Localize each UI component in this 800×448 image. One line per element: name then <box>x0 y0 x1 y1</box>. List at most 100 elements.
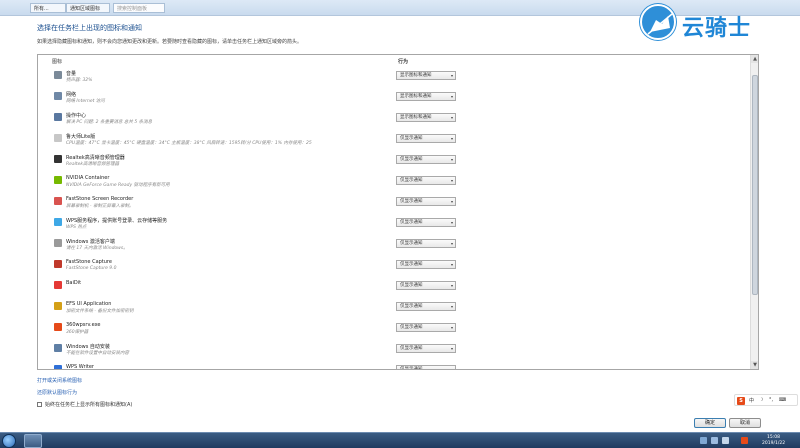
item-description: FastStone Capture 9.0 <box>66 266 117 271</box>
scroll-down-arrow-icon[interactable]: ▼ <box>751 361 758 369</box>
start-button-icon[interactable] <box>2 434 16 448</box>
list-item: NVIDIA Container NVIDIA GeForce Game Read… <box>38 172 750 193</box>
scrollbar[interactable]: ▲ ▼ <box>750 55 758 369</box>
item-description: 解决 PC 问题: 2 条重要消息 总共 5 条消息 <box>66 120 153 125</box>
always-show-checkbox[interactable] <box>37 402 42 407</box>
moon-icon[interactable]: ☽ <box>759 397 763 403</box>
sogou-icon[interactable]: S <box>737 397 745 405</box>
item-description: 网络 Internet 访问 <box>66 99 105 104</box>
chevron-down-icon: ▾ <box>450 73 453 78</box>
chevron-down-icon: ▾ <box>450 241 453 246</box>
item-description: 不能在软件设置中自动安装内容 <box>66 351 129 356</box>
behavior-dropdown[interactable]: 仅显示通知 ▾ <box>396 176 456 185</box>
behavior-dropdown[interactable]: 仅显示通知 ▾ <box>396 218 456 227</box>
taskbar-window-button[interactable] <box>24 434 42 448</box>
item-description: 扬声器: 32% <box>66 78 93 83</box>
behavior-dropdown[interactable]: 仅显示通知 ▾ <box>396 302 456 311</box>
item-name: Windows 激活客户端 <box>66 239 115 245</box>
item-description: Realtek高清晰音频管理器 <box>66 162 120 167</box>
behavior-value: 显示图标和通知 <box>400 73 432 78</box>
list-item: FastStone Capture FastStone Capture 9.0 仅显… <box>38 256 750 277</box>
behavior-dropdown[interactable]: 仅显示通知 ▾ <box>396 134 456 143</box>
item-description: NVIDIA GeForce Game Ready 驱动程序有新可用 <box>66 183 170 188</box>
item-name: WPS Writer <box>66 364 94 370</box>
punctuation-icon[interactable]: °, <box>769 397 773 403</box>
behavior-value: 显示图标和通知 <box>400 94 432 99</box>
list-item: BaiDit 仅显示通知 ▾ <box>38 277 750 298</box>
search-input[interactable]: 搜索控制面板 <box>113 3 165 13</box>
list-item: 网络 网络 Internet 访问 显示图标和通知 ▾ <box>38 88 750 109</box>
speaker-icon <box>54 71 62 79</box>
always-show-option[interactable]: 始终在任务栏上显示所有图标和通知(A) <box>37 401 132 408</box>
nvidia-icon <box>54 176 62 184</box>
list-item: EFS UI Application 加密文件系统 - 备份文件加密密钥 仅显示通知… <box>38 298 750 319</box>
system-icons-link[interactable]: 打开或关闭系统图标 <box>37 377 82 384</box>
tray-ime-icon[interactable] <box>741 437 748 444</box>
behavior-dropdown[interactable]: 仅显示通知 ▾ <box>396 197 456 206</box>
brand-logo-text: 云骑士 <box>682 16 752 41</box>
page-title: 选择在任务栏上出现的图标和通知 <box>37 24 142 32</box>
behavior-dropdown[interactable]: 显示图标和通知 ▾ <box>396 71 456 80</box>
behavior-dropdown[interactable]: 仅显示通知 ▾ <box>396 155 456 164</box>
behavior-value: 仅显示通知 <box>400 241 423 246</box>
chevron-down-icon: ▾ <box>450 304 453 309</box>
system-clock[interactable]: 15:08 2019/1/22 <box>762 435 785 447</box>
breadcrumb-notification-icons[interactable]: 通知区域图标 <box>66 3 110 13</box>
tray-volume-icon[interactable] <box>722 437 729 444</box>
behavior-value: 仅显示通知 <box>400 136 423 141</box>
behavior-value: 仅显示通知 <box>400 199 423 204</box>
list-item: WPS服务程序，提供账号登录、云存储等服务 WPS 热点 仅显示通知 ▾ <box>38 214 750 235</box>
key-icon <box>54 239 62 247</box>
chevron-down-icon: ▾ <box>450 94 453 99</box>
item-description: CPU温度：47°C 显卡温度：45°C 硬盘温度：34°C 主板温度：38°C… <box>66 141 312 146</box>
chevron-down-icon: ▾ <box>450 262 453 267</box>
tray-network-icon[interactable] <box>711 437 718 444</box>
behavior-dropdown[interactable]: 仅显示通知 ▾ <box>396 344 456 353</box>
item-name: EFS UI Application <box>66 301 112 307</box>
taskbar: 15:08 2019/1/22 <box>0 432 800 448</box>
chevron-down-icon: ▾ <box>450 157 453 162</box>
behavior-value: 仅显示通知 <box>400 220 423 225</box>
behavior-dropdown[interactable]: 仅显示通知 ▾ <box>396 260 456 269</box>
behavior-dropdown[interactable]: 显示图标和通知 ▾ <box>396 113 456 122</box>
360-icon <box>54 323 62 331</box>
capture-icon <box>54 260 62 268</box>
item-name: 音量 <box>66 71 77 77</box>
scroll-up-arrow-icon[interactable]: ▲ <box>751 55 758 63</box>
item-description: 请在 17 天内激活 Windows。 <box>66 246 128 251</box>
chevron-down-icon: ▾ <box>450 283 453 288</box>
chevron-down-icon: ▾ <box>450 325 453 330</box>
behavior-value: 仅显示通知 <box>400 283 423 288</box>
column-header-icon: 图标 <box>52 59 63 65</box>
item-name: BaiDit <box>66 280 82 286</box>
ime-toolbar[interactable]: S 中 ☽ °, ⌨ <box>734 394 798 406</box>
chevron-down-icon: ▾ <box>450 199 453 204</box>
wps-cloud-icon <box>54 218 62 226</box>
wps-writer-icon <box>54 365 62 369</box>
restore-defaults-link[interactable]: 还原默认图标行为 <box>37 389 77 396</box>
behavior-value: 显示图标和通知 <box>400 115 432 120</box>
flag-icon <box>54 113 62 121</box>
breadcrumb-control-panel[interactable]: 所有... <box>30 3 66 13</box>
item-name: Realtek高清晰音频管理器 <box>66 155 125 161</box>
behavior-value: 仅显示通知 <box>400 157 423 162</box>
item-name: WPS服务程序，提供账号登录、云存储等服务 <box>66 218 168 224</box>
behavior-dropdown[interactable]: 仅显示通知 ▾ <box>396 365 456 369</box>
tray-flag-icon[interactable] <box>700 437 707 444</box>
behavior-value: 仅显示通知 <box>400 346 423 351</box>
keyboard-icon[interactable]: ⌨ <box>779 397 786 403</box>
item-name: 鲁大师Lite版 <box>66 134 96 140</box>
behavior-dropdown[interactable]: 显示图标和通知 ▾ <box>396 92 456 101</box>
ok-button[interactable]: 确定 <box>694 418 726 428</box>
cancel-button[interactable]: 取消 <box>729 418 761 428</box>
behavior-dropdown[interactable]: 仅显示通知 ▾ <box>396 281 456 290</box>
page-subtitle: 如果选择隐藏图标和通知，则不会向您通知更改和更新。若要随时查看隐藏的图标，请单击… <box>37 39 303 45</box>
scroll-thumb[interactable] <box>752 75 758 295</box>
ime-language-toggle[interactable]: 中 <box>749 397 754 404</box>
knight-logo-icon <box>640 4 676 40</box>
item-name: 操作中心 <box>66 113 87 119</box>
behavior-dropdown[interactable]: 仅显示通知 ▾ <box>396 239 456 248</box>
behavior-dropdown[interactable]: 仅显示通知 ▾ <box>396 323 456 332</box>
list-item: FastStone Screen Recorder 屏幕录制机 - 录制正屏幕入录… <box>38 193 750 214</box>
item-description: 360保护器 <box>66 330 89 335</box>
